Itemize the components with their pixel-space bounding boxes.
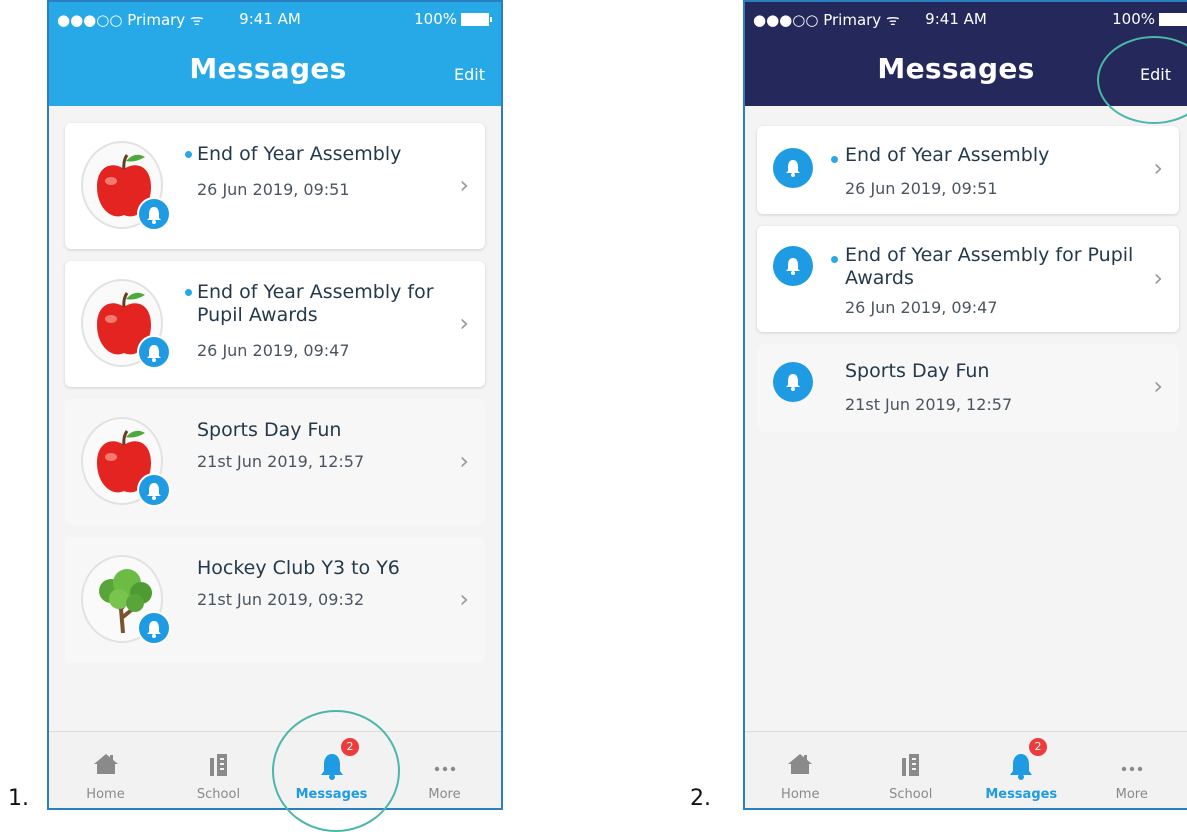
message-title: Sports Day Fun [197,419,445,442]
message-date: 26 Jun 2019, 09:47 [197,341,445,360]
bell-icon [773,362,813,402]
more-icon [1120,758,1144,777]
message-title: End of Year Assembly [197,143,445,166]
bell-icon [137,473,171,507]
battery-percent: 100% [414,10,457,28]
bell-icon [137,611,171,645]
battery-icon [461,13,489,26]
notification-badge: 2 [1029,738,1047,756]
step-number: 1. [8,786,29,811]
message-info: Sports Day Fun 21st Jun 2019, 12:57 [197,419,445,471]
message-date: 26 Jun 2019, 09:51 [845,179,1139,198]
bell-icon [773,148,813,188]
step-number: 2. [690,786,711,811]
message-title: End of Year Assembly for Pupil Awards [197,281,445,327]
status-bar: ●●●○○ Primary ᯤ 9:41 AM 100% [49,10,501,30]
battery-status: 100% [1112,10,1187,28]
unread-dot [185,151,192,158]
chevron-right-icon: › [459,447,469,475]
chevron-right-icon: › [1153,264,1163,292]
message-date: 21st Jun 2019, 09:32 [197,590,445,609]
message-info: End of Year Assembly 26 Jun 2019, 09:51 [197,143,445,199]
tab-label: School [162,787,275,802]
message-info: End of Year Assembly for Pupil Awards 26… [197,281,445,360]
page-title: Messages [47,52,501,85]
message-title: Hockey Club Y3 to Y6 [197,557,445,580]
message-info: Hockey Club Y3 to Y6 21st Jun 2019, 09:3… [197,557,445,609]
status-bar: ●●●○○ Primary ᯤ 9:41 AM 100% [745,10,1187,30]
chevron-right-icon: › [459,585,469,613]
phone-screen-step-1: ●●●○○ Primary ᯤ 9:41 AM 100% Messages Ed… [47,0,503,810]
chevron-right-icon: › [1153,154,1163,182]
message-info: End of Year Assembly 26 Jun 2019, 09:51 [845,144,1139,198]
bell-icon [137,197,171,231]
battery-percent: 100% [1112,10,1155,28]
tab-label: Messages [966,787,1077,802]
message-list: End of Year Assembly 26 Jun 2019, 09:51 … [757,126,1179,444]
tab-label: Home [745,787,856,802]
more-icon [433,758,457,777]
home-icon [93,752,119,780]
message-info: Sports Day Fun 21st Jun 2019, 12:57 [845,360,1139,414]
message-list: End of Year Assembly 26 Jun 2019, 09:51 … [65,123,485,675]
message-item[interactable]: Sports Day Fun 21st Jun 2019, 12:57 › [757,344,1179,432]
tab-label: School [856,787,967,802]
tab-more[interactable]: More [1077,732,1187,808]
home-icon [787,752,813,780]
school-icon [900,752,922,782]
tab-bar: Home School 2 Messages More [745,731,1187,808]
unread-dot [831,156,838,163]
tab-home[interactable]: Home [49,732,162,808]
bell-icon [137,335,171,369]
battery-icon [1159,13,1187,26]
bell-icon [773,246,813,286]
message-item[interactable]: End of Year Assembly for Pupil Awards 26… [757,226,1179,332]
edit-button[interactable]: Edit [454,65,485,84]
bell-icon [1009,752,1033,784]
tab-school[interactable]: School [856,732,967,808]
message-date: 21st Jun 2019, 12:57 [845,395,1139,414]
message-item[interactable]: End of Year Assembly 26 Jun 2019, 09:51 … [65,123,485,249]
tab-label: More [1077,787,1187,802]
message-item[interactable]: Sports Day Fun 21st Jun 2019, 12:57 › [65,399,485,525]
tab-more[interactable]: More [388,732,501,808]
message-title: Sports Day Fun [845,360,1139,383]
unread-dot [185,289,192,296]
tab-home[interactable]: Home [745,732,856,808]
message-date: 26 Jun 2019, 09:47 [845,298,1139,317]
message-item[interactable]: End of Year Assembly 26 Jun 2019, 09:51 … [757,126,1179,214]
phone-screen-step-2: ●●●○○ Primary ᯤ 9:41 AM 100% Messages Ed… [743,0,1187,810]
message-date: 26 Jun 2019, 09:51 [197,180,445,199]
battery-status: 100% [414,10,489,28]
highlight-ring [272,710,400,832]
chevron-right-icon: › [1153,372,1163,400]
tab-label: More [388,787,501,802]
message-date: 21st Jun 2019, 12:57 [197,452,445,471]
message-title: End of Year Assembly [845,144,1139,167]
message-title: End of Year Assembly for Pupil Awards [845,244,1139,290]
message-info: End of Year Assembly for Pupil Awards 26… [845,244,1139,317]
tab-messages[interactable]: 2 Messages [966,732,1077,808]
chevron-right-icon: › [459,171,469,199]
tab-label: Home [49,787,162,802]
tab-school[interactable]: School [162,732,275,808]
chevron-right-icon: › [459,309,469,337]
message-item[interactable]: Hockey Club Y3 to Y6 21st Jun 2019, 09:3… [65,537,485,663]
school-icon [208,752,230,782]
navigation-bar: ●●●○○ Primary ᯤ 9:41 AM 100% Messages Ed… [49,2,501,106]
unread-dot [831,256,838,263]
message-item[interactable]: End of Year Assembly for Pupil Awards 26… [65,261,485,387]
